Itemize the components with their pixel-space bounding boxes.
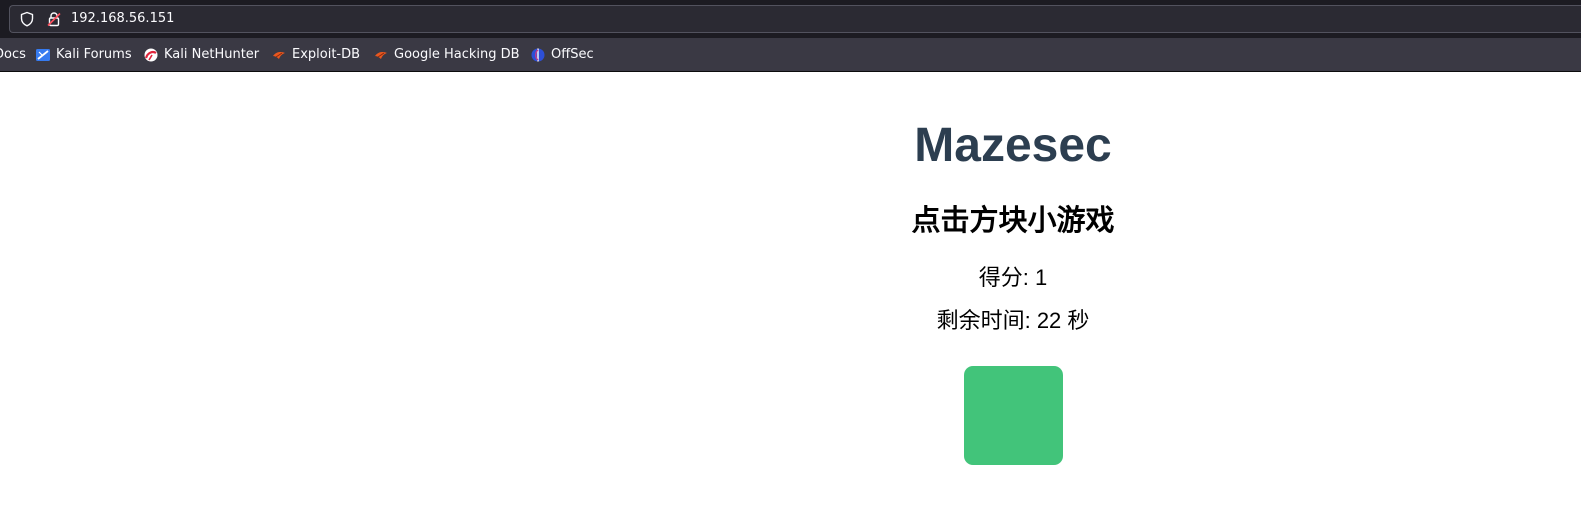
ghdb-icon [375, 51, 387, 59]
time-label: 剩余时间: [936, 308, 1037, 333]
url-bar[interactable]: 192.168.56.151 [9, 5, 1581, 33]
insecure-lock-icon[interactable] [46, 11, 62, 27]
kali-nethunter-icon [144, 48, 158, 61]
bookmark-offsec[interactable]: OffSec [530, 38, 594, 71]
kali-forums-icon [36, 48, 50, 61]
score-value: 1 [1034, 265, 1048, 290]
bookmarks-toolbar: Docs Kali Forums Kali NetHunter Exp [0, 38, 1581, 72]
tracking-protection-shield-icon[interactable] [19, 11, 35, 27]
bookmark-label: Google Hacking DB [394, 47, 520, 62]
bookmark-docs[interactable]: Docs [0, 38, 26, 71]
score-label: 得分: [978, 265, 1035, 290]
bookmark-google-hacking-db[interactable]: Google Hacking DB [373, 38, 520, 71]
site-title: Mazesec [914, 119, 1112, 172]
web-page: Mazesec 点击方块小游戏 得分: 1 剩余时间: 22 秒 [0, 72, 1581, 518]
bookmark-kali-forums[interactable]: Kali Forums [35, 38, 132, 71]
bookmark-label: Exploit-DB [292, 47, 361, 62]
click-target-box[interactable] [964, 366, 1063, 465]
time-unit: 秒 [1061, 308, 1090, 333]
bookmark-exploit-db[interactable]: Exploit-DB [271, 38, 360, 71]
game-title: 点击方块小游戏 [911, 203, 1115, 237]
bookmark-label: Docs [0, 47, 26, 62]
offsec-icon [531, 48, 545, 61]
bookmark-kali-nethunter[interactable]: Kali NetHunter [143, 38, 259, 71]
url-text[interactable]: 192.168.56.151 [71, 6, 174, 32]
bookmark-label: OffSec [551, 47, 594, 62]
bookmark-label: Kali NetHunter [164, 47, 260, 62]
bookmark-label: Kali Forums [56, 47, 132, 62]
browser-chrome: 192.168.56.151 Docs Kali Forums Kali Net… [0, 0, 1581, 72]
time-value: 22 [1036, 308, 1062, 333]
navigation-toolbar: 192.168.56.151 [0, 0, 1581, 38]
time-remaining-display: 剩余时间: 22 秒 [713, 306, 1313, 336]
exploit-db-icon [273, 51, 285, 59]
score-display: 得分: 1 [713, 263, 1313, 293]
